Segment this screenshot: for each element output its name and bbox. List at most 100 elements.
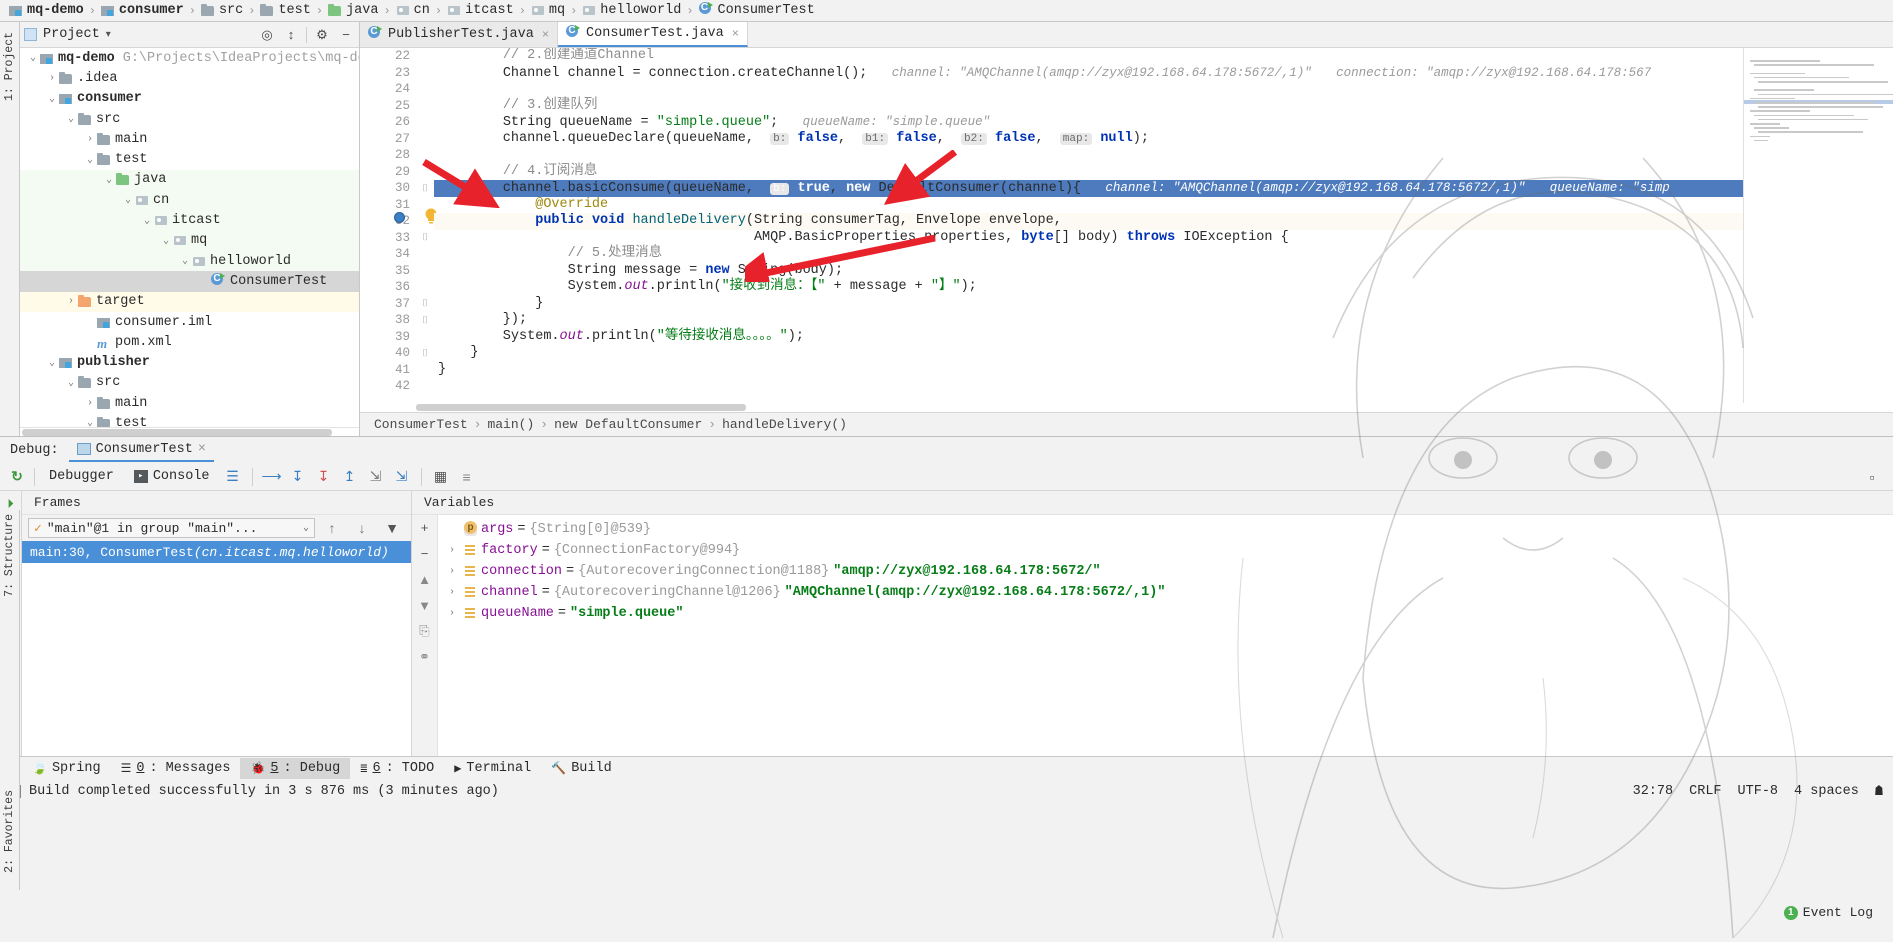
line-number[interactable]: 32 <box>360 213 416 230</box>
scrollbar-thumb[interactable] <box>416 404 746 411</box>
chevron-down-icon[interactable]: ⌄ <box>121 194 135 206</box>
code-editor[interactable]: 2223242526272829303132333435363738394041… <box>360 48 1893 412</box>
variable-row[interactable]: › connection = {AutorecoveringConnection@11… <box>438 561 1893 582</box>
editor-fold-column[interactable]: ⌷ ⌷ ⌷ ⌷ ⌷ <box>416 48 437 412</box>
add-watch-icon[interactable]: + <box>416 518 434 536</box>
code-line[interactable] <box>434 147 1743 164</box>
variable-row[interactable]: args={String[0]@539} <box>438 519 1893 540</box>
tree-item[interactable]: ⌄ java <box>20 169 359 191</box>
frame-up-icon[interactable]: ↑ <box>319 516 345 540</box>
chevron-right-icon[interactable]: › <box>64 296 78 307</box>
chevron-down-icon[interactable]: ⌄ <box>102 174 116 186</box>
code-line[interactable]: System.out.println("等待接收消息。。。。"); <box>434 329 1743 346</box>
drop-frame-icon[interactable]: ⇲ <box>363 465 389 489</box>
editor-breadcrumb-item[interactable]: main() <box>487 417 534 432</box>
encoding[interactable]: UTF-8 <box>1738 784 1779 799</box>
event-log-indicator[interactable]: 1 Event Log <box>1783 905 1873 920</box>
line-number[interactable]: 36 <box>360 279 416 296</box>
fold-marker[interactable] <box>416 378 434 395</box>
tool-window-structure-tab[interactable]: 7: Structure <box>3 514 16 600</box>
caret-position[interactable]: 32:78 <box>1633 784 1674 799</box>
tool-window-button-messages[interactable]: ☰ 0: Messages <box>111 758 241 779</box>
code-line[interactable]: } <box>434 345 1743 362</box>
variable-row[interactable]: › factory = {ConnectionFactory@994} <box>438 540 1893 561</box>
scrollbar-thumb[interactable] <box>22 429 332 436</box>
line-number[interactable]: 39 <box>360 329 416 346</box>
editor-breadcrumb-item[interactable]: new DefaultConsumer <box>554 417 702 432</box>
gear-icon[interactable]: ⚙ <box>313 26 331 44</box>
chevron-right-icon[interactable]: › <box>83 134 97 145</box>
thread-selector[interactable]: ✓ "main"@1 in group "main"... ⌄ <box>28 518 315 538</box>
line-number[interactable]: 30 <box>360 180 416 197</box>
line-number[interactable]: 29 <box>360 164 416 181</box>
chevron-down-icon[interactable]: ⌄ <box>64 113 78 125</box>
run-to-cursor-icon[interactable]: ⇲ <box>389 465 415 489</box>
line-number[interactable]: 42 <box>360 378 416 395</box>
chevron-down-icon[interactable]: ⌄ <box>45 357 59 369</box>
tool-window-button-terminal[interactable]: ▶ Terminal <box>444 758 541 779</box>
fold-marker[interactable] <box>416 48 434 65</box>
tree-item[interactable]: › .idea <box>20 68 359 88</box>
code-line[interactable]: String message = new String(body); <box>434 263 1743 280</box>
fold-marker[interactable]: ⌷ <box>416 296 434 313</box>
chevron-down-icon[interactable]: ⌄ <box>178 255 192 267</box>
line-number[interactable]: 26 <box>360 114 416 131</box>
editor-breadcrumb-item[interactable]: ConsumerTest <box>374 417 468 432</box>
line-number[interactable]: 22 <box>360 48 416 65</box>
tool-window-button-build[interactable]: 🔨 Build <box>541 758 621 779</box>
variable-row[interactable]: › queueName = "simple.queue" <box>438 603 1893 624</box>
editor-minimap[interactable] <box>1743 48 1893 412</box>
editor-breadcrumb[interactable]: ConsumerTest › main() › new DefaultConsumer ›… <box>360 412 1893 436</box>
chevron-down-icon[interactable]: ⌄ <box>140 215 154 227</box>
project-tree-horizontal-scrollbar[interactable] <box>20 427 359 436</box>
chevron-right-icon[interactable]: › <box>444 587 460 598</box>
hide-panel-icon[interactable]: − <box>337 26 355 44</box>
fold-marker[interactable] <box>416 98 434 115</box>
code-line[interactable]: channel.basicConsume(queueName, b: true,… <box>434 180 1743 197</box>
editor-horizontal-scrollbar[interactable] <box>416 403 1813 412</box>
indent-setting[interactable]: 4 spaces <box>1794 784 1859 799</box>
line-number[interactable]: 27 <box>360 131 416 148</box>
navbar-crumb-cn[interactable]: cn <box>393 1 433 21</box>
tree-item[interactable]: ⌄ test <box>20 149 359 169</box>
tool-window-project-tab[interactable]: 1: Project <box>0 28 19 105</box>
navbar-crumb-helloworld[interactable]: helloworld <box>579 1 684 21</box>
tree-item[interactable]: › main <box>20 393 359 413</box>
tree-item[interactable]: ⌄ mq-demo G:\Projects\IdeaProjects\mq-demo <box>20 48 359 68</box>
inspect-icon[interactable]: ⚭ <box>416 648 434 666</box>
variable-row[interactable]: › channel = {AutorecoveringChannel@1206} "AM… <box>438 582 1893 603</box>
navbar-crumb-src[interactable]: src <box>198 1 246 21</box>
tool-window-button-spring[interactable]: 🍃 Spring <box>22 758 111 779</box>
code-line[interactable]: AMQP.BasicProperties properties, byte[] … <box>434 230 1743 247</box>
code-line[interactable]: // 2.创建通道Channel <box>434 48 1743 65</box>
line-number[interactable]: 33 <box>360 230 416 247</box>
line-number[interactable]: 34 <box>360 246 416 263</box>
project-file-tree[interactable]: ⌄ mq-demo G:\Projects\IdeaProjects\mq-demo… <box>20 48 359 427</box>
tree-item[interactable]: ⌄ itcast <box>20 210 359 231</box>
step-out-icon[interactable]: ↥ <box>337 465 363 489</box>
fold-marker[interactable]: ⌷ <box>416 180 434 197</box>
line-number[interactable]: 24 <box>360 81 416 98</box>
navbar-crumb-itcast[interactable]: itcast <box>444 1 517 21</box>
fold-marker[interactable]: ⌷ <box>416 230 434 247</box>
tree-item[interactable]: ⌄ consumer <box>20 89 359 109</box>
chevron-down-icon[interactable]: ⌄ <box>26 52 40 64</box>
code-line[interactable]: // 5.处理消息 <box>434 246 1743 263</box>
fold-marker[interactable] <box>416 246 434 263</box>
git-branch-icon[interactable]: ☗ <box>1875 783 1883 800</box>
code-line[interactable]: // 3.创建队列 <box>434 98 1743 115</box>
chevron-right-icon[interactable]: › <box>45 73 59 84</box>
editor-tab-consumertest-java[interactable]: ConsumerTest.java × <box>558 22 748 47</box>
code-line[interactable]: } <box>434 296 1743 313</box>
layout-icon[interactable]: ☰ <box>220 465 246 489</box>
frames-list[interactable]: main:30, ConsumerTest (cn.itcast.mq.hell… <box>22 541 411 756</box>
tool-window-button-todo[interactable]: ≣ 6: TODO <box>350 758 444 779</box>
chevron-right-icon[interactable]: › <box>444 566 460 577</box>
fold-marker[interactable] <box>416 147 434 164</box>
chevron-down-icon[interactable]: ⌄ <box>83 154 97 166</box>
line-number[interactable]: 41 <box>360 362 416 379</box>
tool-window-button-debug[interactable]: 🐞 5: Debug <box>240 758 351 779</box>
code-line[interactable] <box>434 81 1743 98</box>
navbar-crumb-mq-demo[interactable]: mq-demo <box>6 1 87 21</box>
tree-item[interactable]: ⌄ test <box>20 413 359 427</box>
